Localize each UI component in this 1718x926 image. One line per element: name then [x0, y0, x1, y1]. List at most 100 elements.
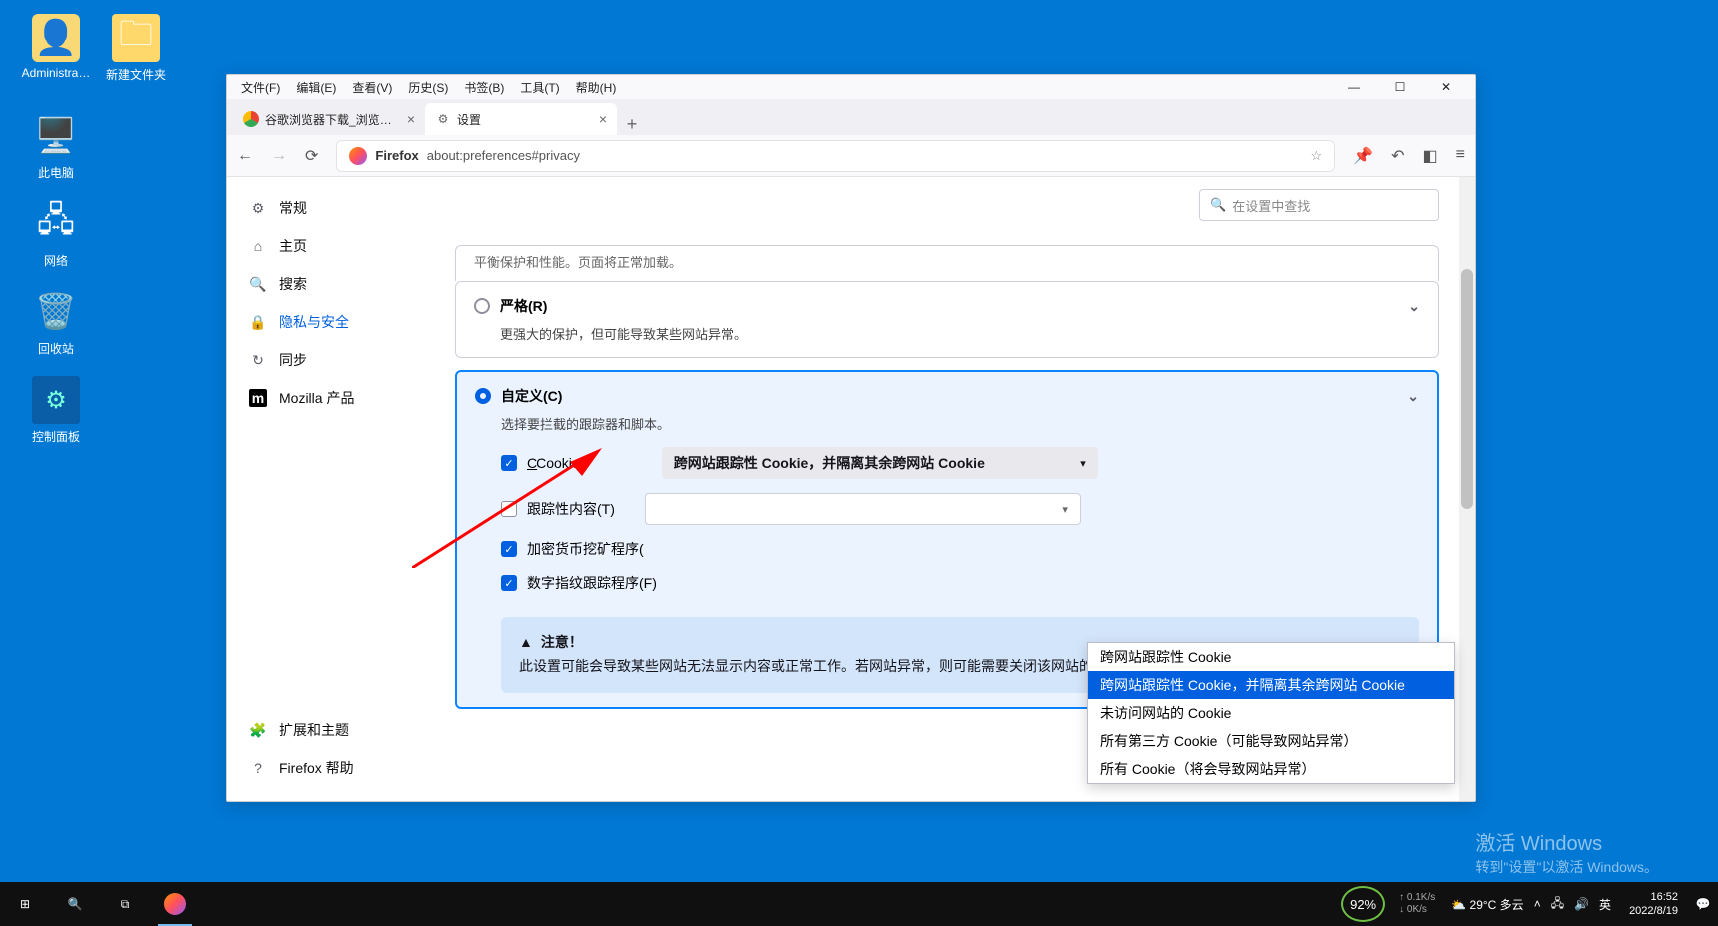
vertical-scrollbar[interactable]: [1459, 177, 1475, 801]
lock-icon: 🔒: [249, 314, 267, 331]
firefox-window: 文件(F) 编辑(E) 查看(V) 历史(S) 书签(B) 工具(T) 帮助(H…: [226, 74, 1476, 802]
sidebar-item-help[interactable]: ?Firefox 帮助: [241, 749, 441, 787]
cookie-option-1[interactable]: 跨网站跟踪性 Cookie，并隔离其余跨网站 Cookie: [1088, 671, 1454, 699]
apps-icon[interactable]: ◧: [1423, 146, 1438, 166]
search-icon: 🔍: [1210, 197, 1226, 213]
toolbar: ← → ⟳ Firefox about:preferences#privacy …: [227, 135, 1475, 177]
new-tab-button[interactable]: +: [617, 114, 647, 135]
weather-widget[interactable]: ⛅ 29°C 多云: [1451, 896, 1523, 913]
menu-file[interactable]: 文件(F): [233, 77, 288, 98]
cookie-dropdown: 跨网站跟踪性 Cookie 跨网站跟踪性 Cookie，并隔离其余跨网站 Coo…: [1087, 642, 1455, 784]
menu-tools[interactable]: 工具(T): [512, 77, 567, 98]
warning-triangle-icon: ▲: [519, 631, 533, 655]
checkbox-cookie[interactable]: ✓: [501, 455, 517, 471]
mozilla-icon: m: [249, 389, 267, 407]
notification-center-button[interactable]: 💬: [1688, 882, 1718, 926]
sidebar-item-mozilla[interactable]: mMozilla 产品: [241, 379, 441, 417]
nav-back-button[interactable]: ←: [237, 147, 253, 165]
tray-chevron-up-icon[interactable]: ˄: [1534, 897, 1541, 911]
network-icon: 🖧: [32, 200, 80, 248]
sidebar-item-extensions[interactable]: 🧩扩展和主题: [241, 711, 441, 749]
menubar: 文件(F) 编辑(E) 查看(V) 历史(S) 书签(B) 工具(T) 帮助(H…: [227, 75, 1475, 99]
chevron-down-icon[interactable]: ⌄: [1407, 388, 1419, 405]
desktop-icon-thispc[interactable]: 🖥️此电脑: [18, 112, 94, 181]
scroll-thumb[interactable]: [1461, 269, 1473, 509]
chrome-favicon-icon: [243, 111, 259, 127]
checkbox-tracking-content[interactable]: [501, 501, 517, 517]
chevron-down-icon: ▾: [1062, 503, 1068, 516]
tab-settings[interactable]: ⚙ 设置 ×: [425, 103, 617, 135]
urlbar[interactable]: Firefox about:preferences#privacy ☆: [336, 140, 1335, 172]
undo-icon[interactable]: ↶: [1391, 146, 1404, 166]
settings-search-input[interactable]: 🔍在设置中查找: [1199, 189, 1439, 221]
tab-close-icon[interactable]: ×: [407, 111, 415, 127]
nav-forward-button[interactable]: →: [271, 147, 287, 165]
chevron-down-icon: ▾: [1080, 457, 1086, 470]
folder-icon: 🗀: [112, 14, 160, 62]
task-view-button[interactable]: ⧉: [100, 882, 150, 926]
sidebar-item-general[interactable]: ⚙常规: [241, 189, 441, 227]
bookmark-star-icon[interactable]: ☆: [1311, 148, 1323, 164]
battery-percent-widget[interactable]: 92%: [1341, 886, 1385, 922]
settings-main: 🔍在设置中查找 平衡保护和性能。页面将正常加载。 严格(R)⌄ 更强大的保护，但…: [455, 177, 1475, 801]
pin-icon[interactable]: 📌: [1353, 146, 1373, 166]
system-tray: ⛅ 29°C 多云 ˄ 🖧 🔊 英: [1443, 894, 1619, 915]
sidebar-item-home[interactable]: ⌂主页: [241, 227, 441, 265]
firefox-icon: [164, 893, 186, 915]
menu-edit[interactable]: 编辑(E): [288, 77, 344, 98]
cookie-option-2[interactable]: 未访问网站的 Cookie: [1088, 699, 1454, 727]
menu-bookmarks[interactable]: 书签(B): [456, 77, 512, 98]
ime-indicator[interactable]: 英: [1599, 896, 1611, 913]
network-speed-widget[interactable]: ↑ 0.1K/s↓ 0K/s: [1391, 892, 1443, 916]
sidebar-item-sync[interactable]: ↻同步: [241, 341, 441, 379]
sync-icon: ↻: [249, 352, 267, 369]
tab-close-icon[interactable]: ×: [599, 111, 607, 127]
desktop-icon-network[interactable]: 🖧网络: [18, 200, 94, 269]
cookie-select[interactable]: 跨网站跟踪性 Cookie，并隔离其余跨网站 Cookie▾: [662, 447, 1098, 479]
gear-icon: ⚙: [435, 111, 451, 127]
window-minimize-button[interactable]: —: [1331, 75, 1377, 99]
tabstrip: 谷歌浏览器下载_浏览器官网入口 × ⚙ 设置 × +: [227, 99, 1475, 135]
hamburger-menu-icon[interactable]: ≡: [1456, 146, 1465, 166]
checkbox-cryptominers[interactable]: ✓: [501, 541, 517, 557]
taskbar-clock[interactable]: 16:522022/8/19: [1619, 890, 1688, 919]
windows-activation-watermark: 激活 Windows 转到"设置"以激活 Windows。: [1475, 830, 1658, 878]
tracking-content-select[interactable]: ▾: [645, 493, 1081, 525]
controlpanel-icon: ⚙: [32, 376, 80, 424]
taskbar-firefox-button[interactable]: [150, 882, 200, 926]
menu-view[interactable]: 查看(V): [344, 77, 400, 98]
sidebar-item-search[interactable]: 🔍搜索: [241, 265, 441, 303]
radio-strict[interactable]: [474, 298, 490, 314]
sidebar-item-privacy[interactable]: 🔒隐私与安全: [241, 303, 441, 341]
cookie-option-0[interactable]: 跨网站跟踪性 Cookie: [1088, 643, 1454, 671]
settings-sidebar: ⚙常规 ⌂主页 🔍搜索 🔒隐私与安全 ↻同步 mMozilla 产品 🧩扩展和主…: [227, 177, 455, 801]
window-close-button[interactable]: ✕: [1423, 75, 1469, 99]
custom-option-card: 自定义(C)⌄ 选择要拦截的跟踪器和脚本。 ✓ CCookie 跨网站跟踪性 C…: [455, 370, 1439, 709]
taskbar: ⊞ 🔍 ⧉ 92% ↑ 0.1K/s↓ 0K/s ⛅ 29°C 多云 ˄ 🖧 🔊…: [0, 882, 1718, 926]
desktop-icon-controlpanel[interactable]: ⚙控制面板: [18, 376, 94, 445]
chevron-down-icon[interactable]: ⌄: [1408, 298, 1420, 315]
radio-custom[interactable]: [475, 388, 491, 404]
firefox-logo-icon: [349, 147, 367, 165]
desktop-icon-administrator[interactable]: 👤Administra…: [18, 14, 94, 80]
tray-network-icon[interactable]: 🖧: [1551, 894, 1564, 915]
desktop-icon-newfolder[interactable]: 🗀新建文件夹: [98, 14, 174, 83]
search-icon: 🔍: [249, 276, 267, 293]
menu-history[interactable]: 历史(S): [400, 77, 456, 98]
window-maximize-button[interactable]: ☐: [1377, 75, 1423, 99]
cookie-option-3[interactable]: 所有第三方 Cookie（可能导致网站异常）: [1088, 727, 1454, 755]
menu-help[interactable]: 帮助(H): [568, 77, 625, 98]
settings-content: ⚙常规 ⌂主页 🔍搜索 🔒隐私与安全 ↻同步 mMozilla 产品 🧩扩展和主…: [227, 177, 1475, 801]
checkbox-fingerprinters[interactable]: ✓: [501, 575, 517, 591]
nav-reload-button[interactable]: ⟳: [305, 146, 318, 166]
start-button[interactable]: ⊞: [0, 882, 50, 926]
desktop-icon-recyclebin[interactable]: 🗑️回收站: [18, 288, 94, 357]
taskbar-search-button[interactable]: 🔍: [50, 882, 100, 926]
strict-option-card[interactable]: 严格(R)⌄ 更强大的保护，但可能导致某些网站异常。: [455, 281, 1439, 358]
recyclebin-icon: 🗑️: [32, 288, 80, 336]
tray-volume-icon[interactable]: 🔊: [1574, 897, 1589, 911]
computer-icon: 🖥️: [32, 112, 80, 160]
tab-chrome-download[interactable]: 谷歌浏览器下载_浏览器官网入口 ×: [233, 103, 425, 135]
cookie-option-4[interactable]: 所有 Cookie（将会导致网站异常）: [1088, 755, 1454, 783]
gear-icon: ⚙: [249, 200, 267, 217]
